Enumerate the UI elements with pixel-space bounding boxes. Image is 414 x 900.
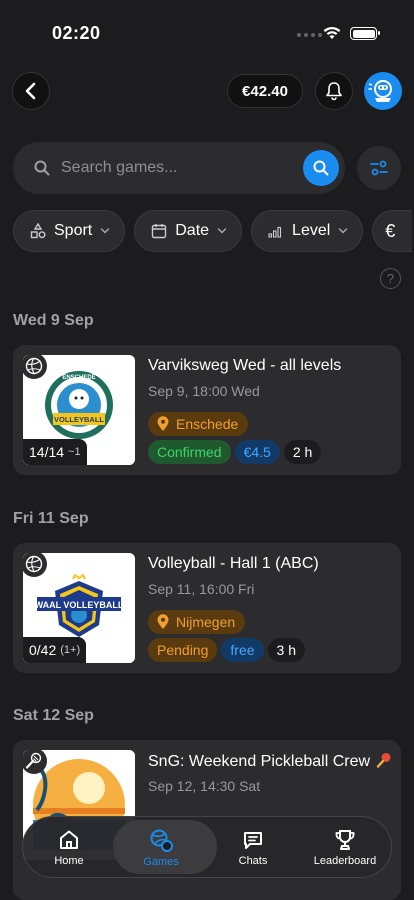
- date-filter-chip[interactable]: Date: [134, 210, 243, 252]
- games-icon: [150, 829, 173, 852]
- chat-icon: [244, 831, 262, 849]
- nav-label: Chats: [238, 854, 268, 867]
- game-time: Sep 12, 14:30 Sat: [148, 778, 261, 794]
- bell-icon: [326, 82, 342, 101]
- search-input[interactable]: [61, 159, 281, 177]
- location-label: Enschede: [176, 416, 239, 432]
- search-icon: [33, 159, 51, 177]
- chevron-down-icon: [217, 228, 227, 234]
- date-heading: Sat 12 Sep: [13, 707, 94, 724]
- logo-text: VOLLEYBALL: [54, 415, 104, 424]
- tag-row: Confirmed €4.5 2 h: [148, 440, 322, 464]
- participant-count-value: 14/14: [29, 444, 65, 460]
- location-label: Nijmegen: [176, 614, 236, 630]
- help-icon[interactable]: ?: [380, 268, 401, 289]
- status-badge: Confirmed: [148, 440, 231, 464]
- participant-count: 14/14 ~1: [23, 439, 87, 465]
- logo-text: ENSCHEDE: [62, 375, 95, 381]
- logo-text: WAAL VOLLEYBALL: [35, 600, 124, 610]
- participant-count-value: 0/42: [29, 642, 57, 658]
- search-icon: [313, 160, 329, 176]
- calendar-icon: [152, 224, 167, 239]
- waitlist-count: ~1: [68, 446, 81, 458]
- level-filter-chip[interactable]: Level: [251, 210, 364, 252]
- search-box[interactable]: [13, 142, 345, 194]
- sliders-icon: [370, 160, 388, 176]
- wifi-icon: [323, 26, 341, 39]
- game-title: Varviksweg Wed - all levels: [148, 357, 342, 374]
- search-submit-button[interactable]: [303, 150, 339, 186]
- nav-home[interactable]: Home: [23, 817, 115, 877]
- game-card[interactable]: WAAL VOLLEYBALL 0/42 (1+) Volleyball - H…: [13, 543, 401, 673]
- game-time: Sep 11, 16:00 Fri: [148, 581, 255, 597]
- game-time: Sep 9, 18:00 Wed: [148, 383, 260, 399]
- back-button[interactable]: [12, 72, 50, 110]
- game-thumbnail: WAAL VOLLEYBALL 0/42 (1+): [23, 553, 135, 663]
- status-time: 02:20: [52, 23, 101, 43]
- nav-label: Leaderboard: [313, 854, 377, 867]
- nav-games[interactable]: Games: [115, 817, 207, 877]
- wallet-balance-button[interactable]: €42.40: [227, 74, 303, 108]
- participant-count: 0/42 (1+): [23, 637, 87, 663]
- price-badge: free: [221, 638, 264, 662]
- profile-avatar[interactable]: [364, 72, 402, 110]
- mascot-avatar-icon: [368, 80, 392, 102]
- sport-filter-chip[interactable]: Sport: [13, 210, 126, 252]
- shapes-icon: [30, 223, 46, 239]
- sport-filter-label: Sport: [54, 222, 93, 239]
- chevron-down-icon: [101, 228, 110, 234]
- price-badge: €4.5: [234, 440, 280, 464]
- paddle-emoji-icon: [377, 753, 391, 768]
- price-filter-chip[interactable]: €: [372, 210, 413, 252]
- location-pill: Enschede: [148, 412, 249, 436]
- nav-label: Games: [143, 855, 179, 868]
- signal-bars-icon: [268, 226, 282, 238]
- date-filter-label: Date: [175, 222, 210, 239]
- battery-icon: [350, 27, 380, 40]
- euro-icon: €: [385, 220, 396, 241]
- trophy-icon: [335, 829, 355, 850]
- filter-chips: Sport Date Level €: [13, 210, 414, 252]
- game-card[interactable]: VOLLEYBALL ENSCHEDE 14/14 ~1 Varviksweg …: [13, 345, 401, 475]
- duration-badge: 3 h: [267, 638, 305, 662]
- tag-row: Pending free 3 h: [148, 638, 305, 662]
- home-icon: [60, 830, 78, 849]
- top-bar: €42.40: [0, 72, 414, 110]
- bottom-navigation: Home Games Chats Leaderboard: [22, 816, 392, 878]
- date-heading: Fri 11 Sep: [13, 510, 89, 527]
- filter-settings-button[interactable]: [357, 146, 401, 190]
- date-heading: Wed 9 Sep: [13, 312, 94, 329]
- level-filter-label: Level: [292, 222, 331, 239]
- chevron-down-icon: [339, 228, 348, 234]
- search-row: [13, 142, 401, 194]
- game-title: SnG: Weekend Pickleball Crew: [148, 752, 392, 771]
- game-thumbnail: VOLLEYBALL ENSCHEDE 14/14 ~1: [23, 355, 135, 465]
- notifications-button[interactable]: [315, 72, 353, 110]
- nav-leaderboard[interactable]: Leaderboard: [299, 817, 391, 877]
- chevron-left-icon: [25, 82, 36, 100]
- nav-chats[interactable]: Chats: [207, 817, 299, 877]
- min-participants: (1+): [60, 644, 81, 656]
- location-pin-icon: [157, 416, 169, 431]
- signal-dots-icon: [297, 33, 322, 37]
- duration-badge: 2 h: [283, 440, 322, 464]
- game-title: Volleyball - Hall 1 (ABC): [148, 555, 319, 572]
- status-badge: Pending: [148, 638, 218, 662]
- location-pill: Nijmegen: [148, 610, 246, 634]
- status-bar: 02:20: [0, 0, 414, 60]
- nav-label: Home: [54, 854, 84, 867]
- location-pin-icon: [157, 614, 169, 629]
